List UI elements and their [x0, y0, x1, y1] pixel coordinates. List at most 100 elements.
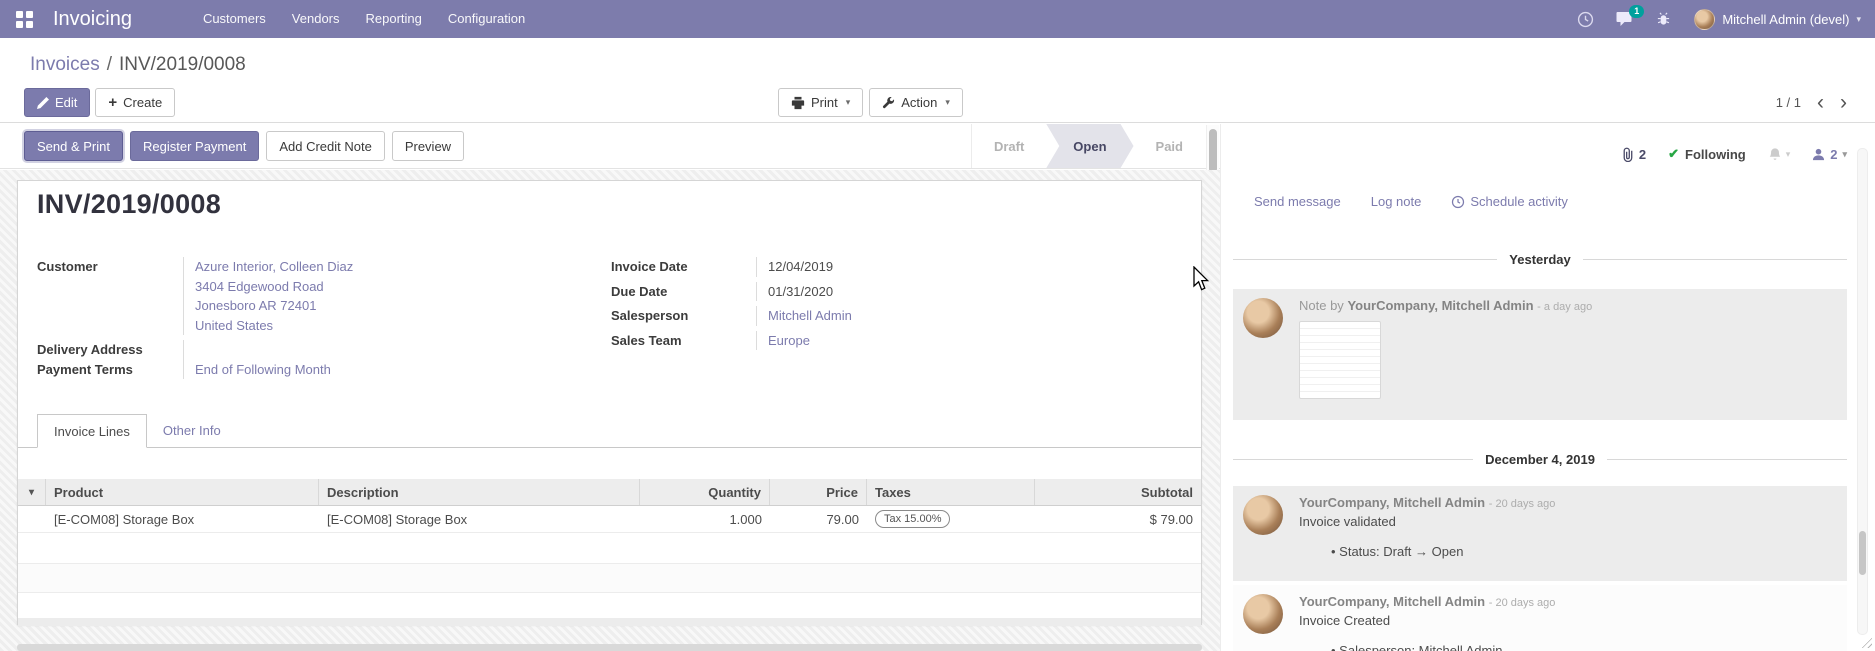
- cell-taxes: Tax 15.00%: [867, 506, 1035, 532]
- pager-next-icon[interactable]: ›: [1840, 88, 1847, 117]
- horizontal-scrollbar[interactable]: [17, 644, 1202, 651]
- register-payment-button[interactable]: Register Payment: [130, 131, 259, 161]
- control-panel: Edit + Create Print ▾ Action ▾ 1 / 1 ‹ ›: [0, 86, 1875, 123]
- header-quantity[interactable]: Quantity: [640, 479, 770, 505]
- form-view-area: INV/2019/0008 Customer Azure Interior, C…: [0, 170, 1220, 651]
- salesperson-link[interactable]: Mitchell Admin: [768, 306, 1171, 326]
- print-button[interactable]: Print ▾: [778, 88, 863, 117]
- user-menu[interactable]: Mitchell Admin (devel) ▾: [1688, 9, 1861, 30]
- customer-field: Customer Azure Interior, Colleen Diaz 34…: [37, 257, 477, 335]
- payment-terms-link[interactable]: End of Following Month: [195, 360, 477, 380]
- apps-menu-icon[interactable]: [16, 11, 33, 28]
- sort-caret-icon[interactable]: ▾: [29, 487, 34, 498]
- debug-bug-icon[interactable]: [1651, 11, 1676, 27]
- chatter-message: YourCompany, Mitchell Admin - 20 days ag…: [1233, 486, 1847, 581]
- divider-label: December 4, 2019: [1485, 452, 1595, 467]
- scrollbar-thumb[interactable]: [1209, 129, 1217, 173]
- invoice-number-title: INV/2019/0008: [37, 189, 221, 220]
- action-buttons: Print ▾ Action ▾: [778, 88, 963, 117]
- log-note-link[interactable]: Log note: [1371, 194, 1422, 209]
- chatter-panel: 2 ✔ Following ▾ 2 ▾ Send message Log not…: [1220, 124, 1875, 651]
- tab-invoice-lines[interactable]: Invoice Lines: [37, 414, 147, 448]
- following-button[interactable]: ✔ Following: [1668, 146, 1746, 162]
- pager-previous-icon[interactable]: ‹: [1817, 88, 1824, 117]
- plus-icon: +: [108, 95, 117, 110]
- date-divider: Yesterday: [1233, 252, 1847, 267]
- schedule-activity-link[interactable]: Schedule activity: [1451, 194, 1568, 209]
- add-credit-note-button[interactable]: Add Credit Note: [266, 131, 385, 161]
- avatar[interactable]: [1243, 298, 1283, 338]
- preview-button[interactable]: Preview: [392, 131, 464, 161]
- salesperson-label: Salesperson: [611, 306, 756, 326]
- pencil-icon: [37, 97, 49, 109]
- action-button[interactable]: Action ▾: [869, 88, 963, 117]
- status-paid[interactable]: Paid: [1134, 124, 1205, 168]
- top-navbar: Invoicing Customers Vendors Reporting Co…: [0, 0, 1875, 38]
- messages-icon[interactable]: 1: [1611, 11, 1639, 27]
- chatter-scrollbar[interactable]: [1857, 148, 1868, 635]
- status-draft[interactable]: Draft: [972, 124, 1046, 168]
- salesperson-value: Mitchell Admin: [756, 306, 1171, 326]
- header-product[interactable]: Product: [46, 479, 319, 505]
- nav-reporting[interactable]: Reporting: [353, 0, 435, 38]
- pager: 1 / 1 ‹ ›: [1776, 88, 1847, 117]
- tab-other-info[interactable]: Other Info: [147, 414, 237, 447]
- customer-country-link[interactable]: United States: [195, 316, 477, 336]
- chatter-message: YourCompany, Mitchell Admin - 20 days ag…: [1233, 585, 1847, 651]
- scrollbar-thumb[interactable]: [1859, 531, 1866, 575]
- followers-button[interactable]: 2 ▾: [1812, 147, 1847, 162]
- message-author[interactable]: YourCompany, Mitchell Admin: [1299, 594, 1485, 609]
- wrench-icon: [882, 96, 895, 109]
- delivery-address-field: Delivery Address: [37, 340, 477, 360]
- sales-team-link[interactable]: Europe: [768, 331, 1171, 351]
- empty-table-row: [18, 618, 1201, 626]
- message-header: YourCompany, Mitchell Admin - 20 days ag…: [1299, 495, 1837, 510]
- nav-configuration[interactable]: Configuration: [435, 0, 538, 38]
- messages-count-badge: 1: [1629, 5, 1644, 18]
- table-row[interactable]: [E-COM08] Storage Box [E-COM08] Storage …: [18, 506, 1201, 533]
- avatar[interactable]: [1243, 594, 1283, 634]
- printer-icon: [791, 96, 805, 110]
- status-open[interactable]: Open: [1046, 124, 1133, 168]
- activities-clock-icon[interactable]: [1572, 11, 1599, 28]
- check-icon: ✔: [1668, 146, 1679, 162]
- clock-icon: [1451, 195, 1465, 209]
- message-time: - 20 days ago: [1489, 498, 1556, 510]
- payment-terms-value: End of Following Month: [183, 360, 477, 380]
- app-brand[interactable]: Invoicing: [53, 8, 132, 31]
- attachment-thumbnail[interactable]: [1299, 321, 1381, 399]
- avatar[interactable]: [1243, 495, 1283, 535]
- breadcrumb: Invoices/INV/2019/0008: [0, 38, 1875, 86]
- customer-street-link[interactable]: 3404 Edgewood Road: [195, 277, 477, 297]
- customer-city-link[interactable]: Jonesboro AR 72401: [195, 296, 477, 316]
- main-menu: Customers Vendors Reporting Configuratio…: [190, 0, 538, 38]
- customer-name-link[interactable]: Azure Interior, Colleen Diaz: [195, 257, 477, 277]
- message-tracking-value: Status: Draft → Open: [1331, 544, 1837, 559]
- header-description[interactable]: Description: [319, 479, 640, 505]
- cell-price: 79.00: [770, 506, 867, 532]
- send-message-link[interactable]: Send message: [1254, 194, 1341, 209]
- sales-team-field: Sales Team Europe: [611, 331, 1171, 351]
- breadcrumb-separator: /: [100, 54, 119, 75]
- attachments-button[interactable]: 2: [1621, 147, 1646, 162]
- empty-table-row: [18, 533, 1201, 564]
- header-taxes[interactable]: Taxes: [867, 479, 1035, 505]
- delivery-address-label: Delivery Address: [37, 340, 183, 360]
- chevron-down-icon: ▾: [1856, 14, 1861, 25]
- create-button[interactable]: + Create: [95, 88, 175, 117]
- nav-customers[interactable]: Customers: [190, 0, 279, 38]
- chevron-down-icon: ▾: [846, 97, 851, 108]
- notifications-bell-button[interactable]: ▾: [1768, 147, 1791, 162]
- header-subtotal[interactable]: Subtotal: [1035, 479, 1201, 505]
- message-author[interactable]: YourCompany, Mitchell Admin: [1299, 495, 1485, 510]
- resize-handle[interactable]: [1859, 635, 1872, 648]
- header-price[interactable]: Price: [770, 479, 867, 505]
- bell-icon: [1768, 147, 1782, 162]
- breadcrumb-current: INV/2019/0008: [119, 54, 246, 75]
- breadcrumb-invoices-link[interactable]: Invoices: [30, 54, 100, 75]
- nav-vendors[interactable]: Vendors: [279, 0, 353, 38]
- edit-button[interactable]: Edit: [24, 88, 90, 117]
- empty-table-row: [18, 564, 1201, 593]
- message-author[interactable]: YourCompany, Mitchell Admin: [1347, 298, 1533, 313]
- send-print-button[interactable]: Send & Print: [24, 131, 123, 161]
